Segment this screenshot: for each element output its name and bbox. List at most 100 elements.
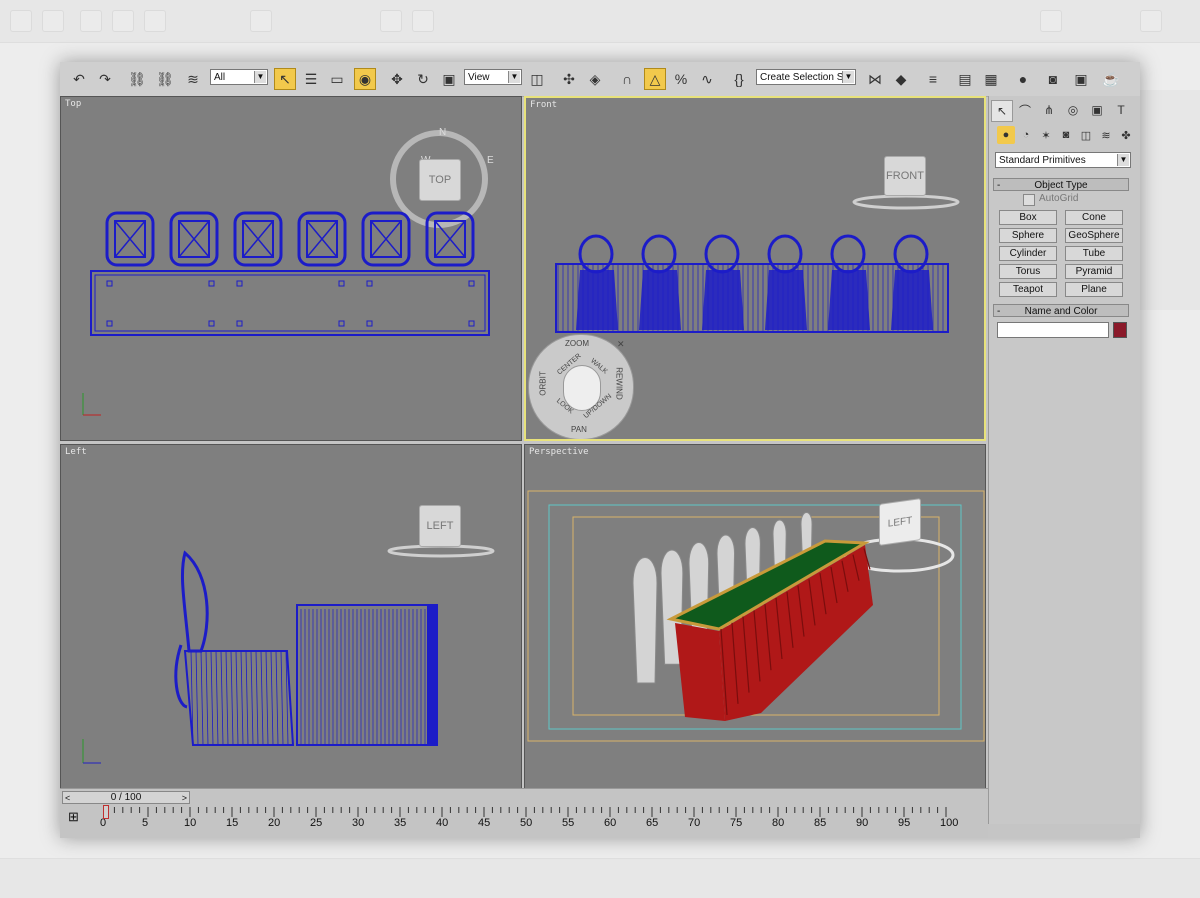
select-by-name-icon[interactable]: ☰	[300, 68, 322, 90]
teapot-button[interactable]: Teapot	[999, 282, 1057, 297]
wheel-pan[interactable]: PAN	[571, 425, 587, 434]
category-dropdown[interactable]: Standard Primitives ▼	[995, 152, 1131, 168]
object-color-swatch[interactable]	[1113, 322, 1127, 338]
schematic-view-icon[interactable]: ▦	[980, 68, 1002, 90]
lights-icon[interactable]: ✶	[1037, 126, 1055, 144]
utilities-tab-icon[interactable]: T	[1111, 100, 1131, 120]
layer-manager-icon[interactable]: ≡	[922, 68, 944, 90]
bind-to-space-warp-icon[interactable]: ≋	[182, 68, 204, 90]
create-tab-icon[interactable]: ↖	[991, 100, 1013, 122]
object-type-rollout[interactable]: - Object Type	[993, 178, 1129, 191]
chair-skirt-fold	[260, 650, 264, 746]
geometry-icon[interactable]: ●	[997, 126, 1015, 144]
spinner-snap-icon[interactable]: ∿	[696, 68, 718, 90]
viewport-label[interactable]: Front	[530, 100, 557, 110]
table-leg-top	[208, 280, 215, 287]
viewcube-top[interactable]: TOP	[419, 159, 461, 201]
time-marker[interactable]	[103, 805, 109, 819]
next-frame-icon[interactable]: >	[182, 792, 187, 804]
helpers-icon[interactable]: ◫	[1077, 126, 1095, 144]
ruler-tick-label: 45	[478, 817, 491, 829]
reference-coordinate-dropdown[interactable]: View ▼	[464, 69, 522, 85]
viewport-left[interactable]: Left LEFT	[60, 444, 522, 790]
snaps-toggle-icon[interactable]: ∩	[616, 68, 638, 90]
select-and-scale-icon[interactable]: ▣	[438, 68, 460, 90]
named-selection-dropdown[interactable]: Create Selection Set ▼	[756, 69, 856, 85]
selection-filter-dropdown[interactable]: All ▼	[210, 69, 268, 85]
cylinder-button[interactable]: Cylinder	[999, 246, 1057, 261]
chair-skirt-fold	[265, 650, 269, 746]
autogrid-checkbox[interactable]	[1023, 194, 1035, 206]
viewcube-left[interactable]: LEFT	[419, 505, 461, 547]
left-view-canvas	[82, 544, 495, 764]
ghost-rotate-icon	[412, 10, 434, 32]
wheel-rewind[interactable]: REWIND	[615, 367, 624, 399]
ghost-undo-icon	[10, 10, 32, 32]
ruler-tick-label: 55	[562, 817, 575, 829]
select-and-move-icon[interactable]: ✥	[386, 68, 408, 90]
angle-snap-icon[interactable]: △	[644, 68, 666, 90]
select-object-icon[interactable]: ↖	[274, 68, 296, 90]
modify-tab-icon[interactable]: ⌒	[1015, 100, 1035, 120]
window-crossing-icon[interactable]: ◉	[354, 68, 376, 90]
shapes-icon[interactable]: ◔	[1017, 126, 1035, 144]
select-manipulate-icon[interactable]: ✣	[558, 68, 580, 90]
rectangular-selection-icon[interactable]: ▭	[326, 68, 348, 90]
time-slider[interactable]: < 0 / 100 >	[62, 791, 190, 804]
name-and-color-rollout[interactable]: - Name and Color	[993, 304, 1129, 317]
viewport-label[interactable]: Perspective	[529, 447, 589, 457]
align-icon[interactable]: ◆	[890, 68, 912, 90]
object-name-input[interactable]	[997, 322, 1109, 338]
unlink-selection-icon[interactable]: ⛓	[154, 68, 176, 90]
close-icon[interactable]: ✕	[617, 339, 625, 350]
render-setup-icon[interactable]: ◙	[1042, 68, 1064, 90]
pyramid-button[interactable]: Pyramid	[1065, 264, 1123, 279]
viewcube-perspective[interactable]: LEFT	[879, 498, 921, 546]
viewport-top[interactable]: Top W E N TOP	[60, 96, 522, 441]
select-and-rotate-icon[interactable]: ↻	[412, 68, 434, 90]
box-button[interactable]: Box	[999, 210, 1057, 225]
rendered-frame-icon[interactable]: ▣	[1070, 68, 1092, 90]
undo-icon[interactable]: ↶	[68, 68, 90, 90]
keyboard-shortcut-toggle-icon[interactable]: ◈	[584, 68, 606, 90]
viewport-label[interactable]: Left	[65, 447, 87, 457]
steering-wheel[interactable]: ZOOM ORBIT REWIND PAN CENTER WALK LOOK U…	[528, 334, 634, 439]
render-teapot-icon[interactable]: ☕	[1100, 68, 1122, 90]
motion-tab-icon[interactable]: ◎	[1063, 100, 1083, 120]
main-toolbar: ↶ ↷ ⛓ ⛓ ≋ All ▼ ↖ ☰ ▭ ◉ ✥ ↻ ▣ View ▼ ◫ ✣ ◈…	[60, 62, 1140, 97]
redo-icon[interactable]: ↷	[94, 68, 116, 90]
wheel-zoom[interactable]: ZOOM	[565, 339, 589, 348]
viewport-front[interactable]: Front FRONT ZOOM ORBIT REWIND PAN CENTER…	[524, 96, 986, 441]
geosphere-button[interactable]: GeoSphere	[1065, 228, 1123, 243]
material-editor-icon[interactable]: ●	[1012, 68, 1034, 90]
plane-button[interactable]: Plane	[1065, 282, 1123, 297]
mirror-icon[interactable]: ⋈	[864, 68, 886, 90]
chair-skirt-fold	[215, 650, 219, 746]
viewcube-front[interactable]: FRONT	[884, 156, 926, 196]
viewport-perspective[interactable]: Perspective LEFT	[524, 444, 986, 790]
chair-body-front	[576, 270, 618, 330]
mini-curve-editor-icon[interactable]: ⊞	[68, 809, 79, 825]
percent-snap-icon[interactable]: %	[670, 68, 692, 90]
edit-named-selection-icon[interactable]: {}	[728, 68, 750, 90]
table-side-edge	[427, 605, 437, 745]
curve-editor-icon[interactable]: ▤	[954, 68, 976, 90]
ruler-tick-label: 20	[268, 817, 281, 829]
hierarchy-tab-icon[interactable]: ⋔	[1039, 100, 1059, 120]
prev-frame-icon[interactable]: <	[65, 792, 70, 804]
track-bar[interactable]: 0 5 10 15 20 25 30 35 40 45 50 55 60 65 70 75 80 85 90 95 10…	[100, 805, 980, 837]
pivot-center-icon[interactable]: ◫	[526, 68, 548, 90]
select-and-link-icon[interactable]: ⛓	[126, 68, 148, 90]
sphere-button[interactable]: Sphere	[999, 228, 1057, 243]
torus-button[interactable]: Torus	[999, 264, 1057, 279]
cameras-icon[interactable]: ◙	[1057, 126, 1075, 144]
spacewarps-icon[interactable]: ≋	[1097, 126, 1115, 144]
viewport-label[interactable]: Top	[65, 99, 81, 109]
display-tab-icon[interactable]: ▣	[1087, 100, 1107, 120]
wheel-orbit[interactable]: ORBIT	[539, 371, 548, 395]
cone-button[interactable]: Cone	[1065, 210, 1123, 225]
minus-icon: -	[997, 180, 1001, 191]
ruler-tick-label: 25	[310, 817, 323, 829]
systems-icon[interactable]: ✤	[1117, 126, 1135, 144]
tube-button[interactable]: Tube	[1065, 246, 1123, 261]
